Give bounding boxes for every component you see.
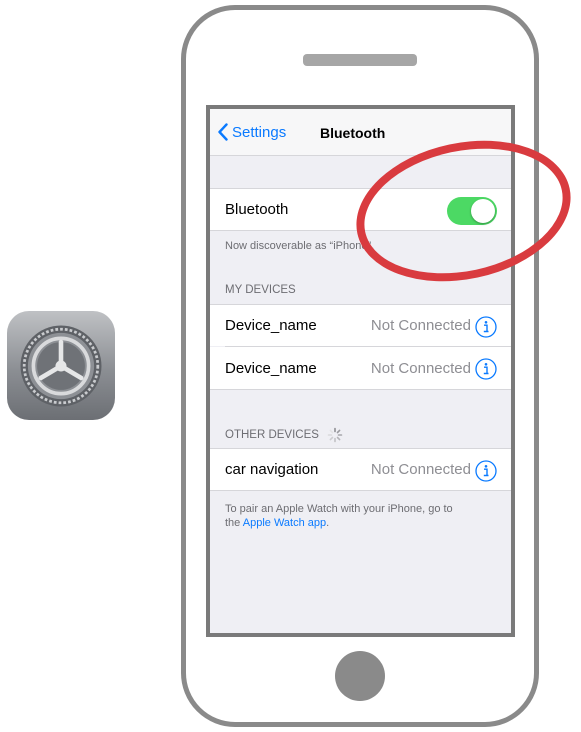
chevron-left-icon — [218, 123, 228, 141]
page-title: Bluetooth — [320, 125, 386, 141]
info-icon[interactable] — [475, 316, 497, 338]
back-button[interactable]: Settings — [218, 123, 286, 141]
home-button[interactable] — [335, 651, 385, 701]
bluetooth-toggle[interactable] — [447, 197, 497, 225]
other-devices-label: OTHER DEVICES — [225, 429, 319, 441]
device-status: Not Connected — [370, 359, 471, 377]
bluetooth-row: Bluetooth — [210, 188, 511, 231]
device-status: Not Connected — [370, 461, 471, 478]
device-name: Device_name — [225, 359, 317, 377]
pairing-footer: To pair an Apple Watch with your iPhone,… — [225, 502, 453, 530]
list-item[interactable]: Device_name Not Connected — [210, 347, 511, 390]
footer-text-prefix: the — [225, 517, 243, 529]
device-name: car navigation — [225, 461, 319, 478]
footer-text-line1: To pair an Apple Watch with your iPhone,… — [225, 503, 453, 515]
bluetooth-label: Bluetooth — [225, 201, 289, 218]
device-status: Not Connected — [370, 317, 471, 334]
phone-screen: Settings Bluetooth Bluetooth Now discove… — [206, 105, 515, 637]
discoverable-text: Now discoverable as “iPhone”. — [225, 240, 375, 252]
settings-app-icon[interactable] — [7, 311, 115, 420]
info-icon[interactable] — [475, 460, 497, 482]
navigation-bar: Settings Bluetooth — [210, 109, 511, 156]
apple-watch-app-link[interactable]: Apple Watch app — [243, 517, 326, 529]
back-button-label: Settings — [232, 123, 287, 141]
info-icon[interactable] — [475, 358, 497, 380]
device-name: Device_name — [225, 317, 317, 334]
phone-speaker — [303, 54, 417, 66]
toggle-knob — [471, 199, 495, 223]
my-devices-header: MY DEVICES — [225, 284, 296, 296]
list-item[interactable]: Device_name Not Connected — [210, 304, 511, 346]
footer-text-suffix: . — [326, 517, 330, 529]
gear-icon — [20, 325, 102, 406]
spinner-icon — [327, 427, 343, 443]
list-item[interactable]: car navigation Not Connected — [210, 448, 511, 491]
other-devices-header: OTHER DEVICES — [225, 427, 343, 443]
